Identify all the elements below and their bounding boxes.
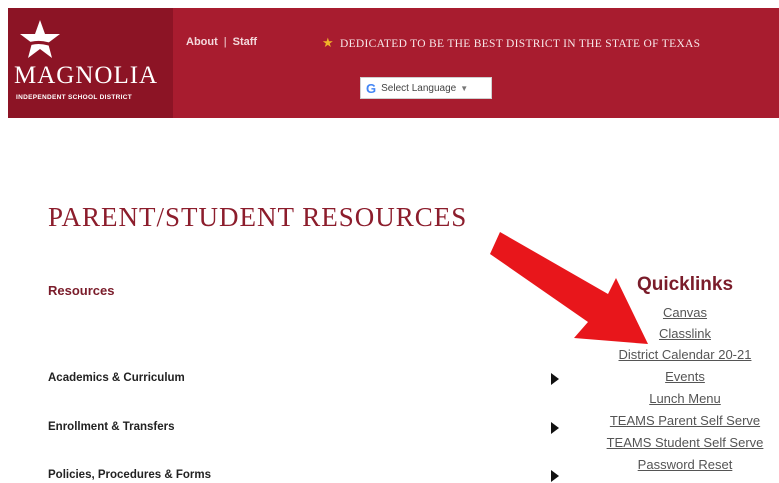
resource-item-policies[interactable]: Policies, Procedures & Forms bbox=[48, 469, 211, 481]
resource-item-enrollment[interactable]: Enrollment & Transfers bbox=[48, 421, 175, 433]
logo-name: MAGNOLIA bbox=[14, 62, 159, 89]
site-header: MAGNOLIA INDEPENDENT SCHOOL DISTRICT Abo… bbox=[8, 8, 779, 118]
quicklink-teams-parent[interactable]: TEAMS Parent Self Serve bbox=[585, 410, 779, 432]
logo-subtitle: INDEPENDENT SCHOOL DISTRICT bbox=[16, 94, 132, 101]
triangle-right-icon[interactable] bbox=[551, 470, 559, 482]
district-tagline: ★ DEDICATED TO BE THE BEST DISTRICT IN TH… bbox=[322, 35, 700, 51]
google-translate-icon: G bbox=[366, 80, 377, 96]
resource-item-academics[interactable]: Academics & Curriculum bbox=[48, 372, 185, 384]
triangle-right-icon[interactable] bbox=[551, 373, 559, 385]
nav-about-link[interactable]: About bbox=[186, 36, 218, 48]
nav-staff-link[interactable]: Staff bbox=[233, 36, 257, 48]
resources-heading: Resources bbox=[48, 283, 115, 298]
header-nav: About | Staff bbox=[186, 36, 257, 48]
quicklink-events[interactable]: Events bbox=[585, 366, 779, 388]
tagline-text: DEDICATED TO BE THE BEST DISTRICT IN THE… bbox=[339, 38, 701, 50]
district-logo[interactable]: MAGNOLIA INDEPENDENT SCHOOL DISTRICT bbox=[8, 8, 173, 118]
red-arrow-icon bbox=[490, 232, 648, 344]
nav-separator: | bbox=[223, 36, 227, 48]
triangle-right-icon[interactable] bbox=[551, 422, 559, 434]
page-title: PARENT/STUDENT RESOURCES bbox=[48, 202, 468, 232]
quicklink-password-reset[interactable]: Password Reset bbox=[585, 454, 779, 476]
language-select[interactable]: G Select Language ▼ bbox=[360, 77, 492, 99]
star-icon: ★ bbox=[322, 35, 334, 50]
quicklink-lunch-menu[interactable]: Lunch Menu bbox=[585, 388, 779, 410]
magnolia-star-logo-icon bbox=[20, 20, 60, 58]
language-select-label: Select Language bbox=[381, 82, 457, 94]
chevron-down-icon: ▼ bbox=[460, 83, 469, 93]
quicklink-teams-student[interactable]: TEAMS Student Self Serve bbox=[585, 432, 779, 454]
